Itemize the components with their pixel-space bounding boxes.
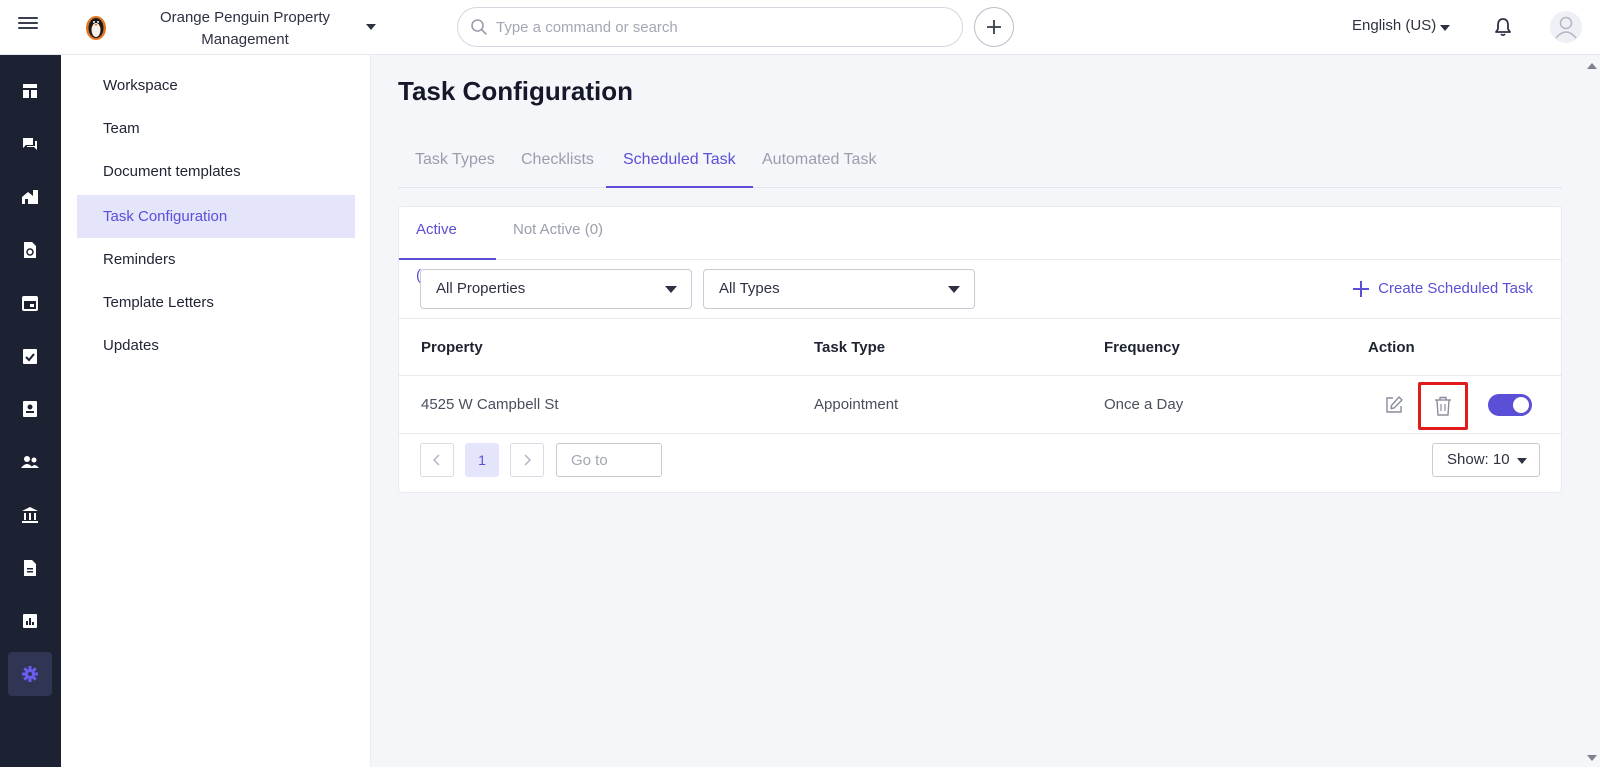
page-button-current[interactable]: 1 xyxy=(465,443,499,477)
company-dropdown-icon[interactable] xyxy=(366,24,376,30)
language-selector[interactable]: English (US) xyxy=(1352,17,1436,34)
properties-icon xyxy=(22,190,38,204)
menu-icon[interactable] xyxy=(18,14,38,30)
column-header-property[interactable]: Property xyxy=(421,319,483,377)
nav-reports[interactable] xyxy=(8,599,52,643)
nav-dashboard[interactable] xyxy=(8,69,52,113)
nav-calendar[interactable] xyxy=(8,281,52,325)
chevron-down-icon xyxy=(1517,458,1527,464)
chevron-right-icon xyxy=(524,454,532,466)
edit-icon[interactable] xyxy=(1384,395,1404,415)
calendar-icon xyxy=(22,296,38,311)
chevron-left-icon xyxy=(432,454,440,466)
settings-icon xyxy=(22,666,38,682)
cell-property: 4525 W Campbell St xyxy=(421,396,559,413)
type-filter[interactable]: All Types xyxy=(703,269,975,309)
goto-page-input[interactable] xyxy=(556,443,662,477)
quick-add-button[interactable] xyxy=(974,7,1014,47)
property-filter[interactable]: All Properties xyxy=(420,269,692,309)
nav-properties[interactable] xyxy=(8,175,52,219)
nav-settings[interactable] xyxy=(8,652,52,696)
type-filter-value: All Types xyxy=(719,280,780,297)
main-nav-rail xyxy=(0,55,61,767)
table-row: 4525 W Campbell St Appointment Once a Da… xyxy=(399,376,1561,434)
config-tabs: Task Types Checklists Scheduled Task Aut… xyxy=(398,142,1562,188)
nav-documents[interactable] xyxy=(8,546,52,590)
table-header: Property Task Type Frequency Action xyxy=(399,318,1561,376)
company-name-line1: Orange Penguin Property xyxy=(159,9,331,26)
sidebar-item-workspace[interactable]: Workspace xyxy=(77,64,355,107)
previous-page-button[interactable] xyxy=(420,443,454,477)
scrollbar[interactable] xyxy=(1584,55,1600,767)
toggle-knob xyxy=(1513,397,1529,413)
company-name[interactable]: Orange Penguin Property Management xyxy=(150,7,340,51)
user-icon xyxy=(1555,16,1577,39)
nav-messages[interactable] xyxy=(8,122,52,166)
people-icon xyxy=(21,456,39,468)
column-header-task-type[interactable]: Task Type xyxy=(814,319,885,377)
subtab-not-active[interactable]: Not Active (0) xyxy=(513,207,603,260)
contacts-icon xyxy=(23,401,37,417)
penguin-logo xyxy=(86,16,106,40)
sidebar-item-updates[interactable]: Updates xyxy=(77,324,355,367)
tasks-icon xyxy=(23,349,37,364)
tab-task-types[interactable]: Task Types xyxy=(415,142,495,188)
next-page-button[interactable] xyxy=(510,443,544,477)
column-header-frequency[interactable]: Frequency xyxy=(1104,319,1180,377)
subtab-active[interactable]: Active (1) xyxy=(399,207,496,284)
command-search[interactable] xyxy=(457,7,963,47)
cell-task-type: Appointment xyxy=(814,396,899,413)
bell-icon[interactable] xyxy=(1492,16,1514,38)
page-size-select[interactable]: Show: 10 xyxy=(1432,443,1540,477)
page-size-value: Show: 10 xyxy=(1447,451,1510,468)
chevron-down-icon xyxy=(665,286,677,293)
create-scheduled-task-button[interactable]: Create Scheduled Task xyxy=(1352,277,1533,301)
nav-tasks[interactable] xyxy=(8,334,52,378)
language-dropdown-icon[interactable] xyxy=(1440,25,1450,31)
sidebar-item-template-letters[interactable]: Template Letters xyxy=(77,281,355,324)
scheduled-task-card: Active (1) Not Active (0) All Properties… xyxy=(398,206,1562,493)
nav-accounting[interactable] xyxy=(8,493,52,537)
leasing-icon xyxy=(24,242,36,258)
chevron-down-icon xyxy=(948,286,960,293)
settings-sidebar: Workspace Team Document templates Task C… xyxy=(61,55,371,767)
sidebar-item-reminders[interactable]: Reminders xyxy=(77,238,355,281)
create-scheduled-task-label: Create Scheduled Task xyxy=(1378,280,1533,297)
scroll-up-icon[interactable] xyxy=(1587,63,1597,69)
search-input[interactable] xyxy=(496,16,946,38)
reports-icon xyxy=(23,614,37,628)
accounting-icon xyxy=(22,507,38,523)
status-subtabs: Active (1) Not Active (0) xyxy=(399,207,1561,284)
documents-icon xyxy=(24,560,36,576)
delete-button[interactable] xyxy=(1418,382,1468,430)
plus-icon xyxy=(1353,281,1370,297)
nav-people[interactable] xyxy=(8,440,52,484)
property-filter-value: All Properties xyxy=(436,280,526,297)
page-title: Task Configuration xyxy=(398,76,633,106)
trash-icon xyxy=(1435,396,1451,416)
company-name-line2: Management xyxy=(201,31,289,48)
tab-checklists[interactable]: Checklists xyxy=(521,142,594,188)
dashboard-icon xyxy=(23,84,37,98)
sidebar-item-document-templates[interactable]: Document templates xyxy=(77,150,355,193)
sidebar-item-team[interactable]: Team xyxy=(77,107,355,150)
sidebar-item-task-configuration[interactable]: Task Configuration xyxy=(77,195,355,238)
plus-icon xyxy=(987,20,1001,34)
search-icon xyxy=(471,19,487,35)
active-toggle[interactable] xyxy=(1488,394,1532,416)
nav-leasing[interactable] xyxy=(8,228,52,272)
tab-automated-task[interactable]: Automated Task xyxy=(762,142,876,188)
top-bar: Orange Penguin Property Management Engli… xyxy=(0,0,1600,55)
user-avatar[interactable] xyxy=(1550,11,1582,43)
nav-contacts[interactable] xyxy=(8,387,52,431)
scroll-down-icon[interactable] xyxy=(1587,755,1597,761)
tab-scheduled-task[interactable]: Scheduled Task xyxy=(606,142,753,188)
cell-frequency: Once a Day xyxy=(1104,396,1184,413)
column-header-action: Action xyxy=(1368,339,1415,356)
messages-icon xyxy=(23,138,37,150)
